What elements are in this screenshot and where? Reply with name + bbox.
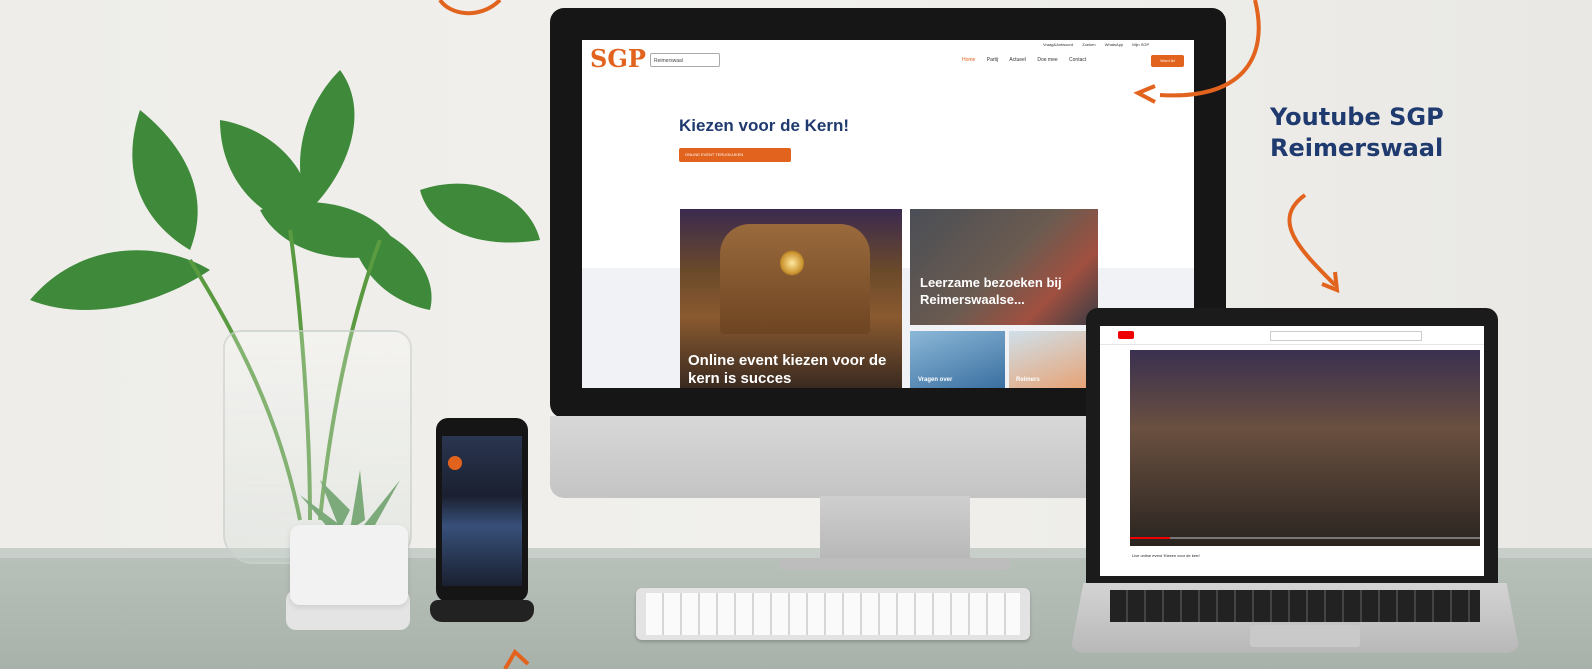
annotation-arrows (438, 0, 1340, 669)
arrow-to-laptop (1287, 193, 1337, 287)
arrow-head-nav (1133, 84, 1156, 104)
annotation-line-1: Youtube SGP (1270, 103, 1444, 131)
youtube-annotation: Youtube SGP Reimerswaal (1270, 102, 1444, 164)
arrow-top-left (438, 0, 502, 16)
annotation-line-2: Reimerswaal (1270, 134, 1444, 162)
arrow-bottom (503, 648, 530, 669)
arrow-to-nav (1159, 0, 1261, 98)
